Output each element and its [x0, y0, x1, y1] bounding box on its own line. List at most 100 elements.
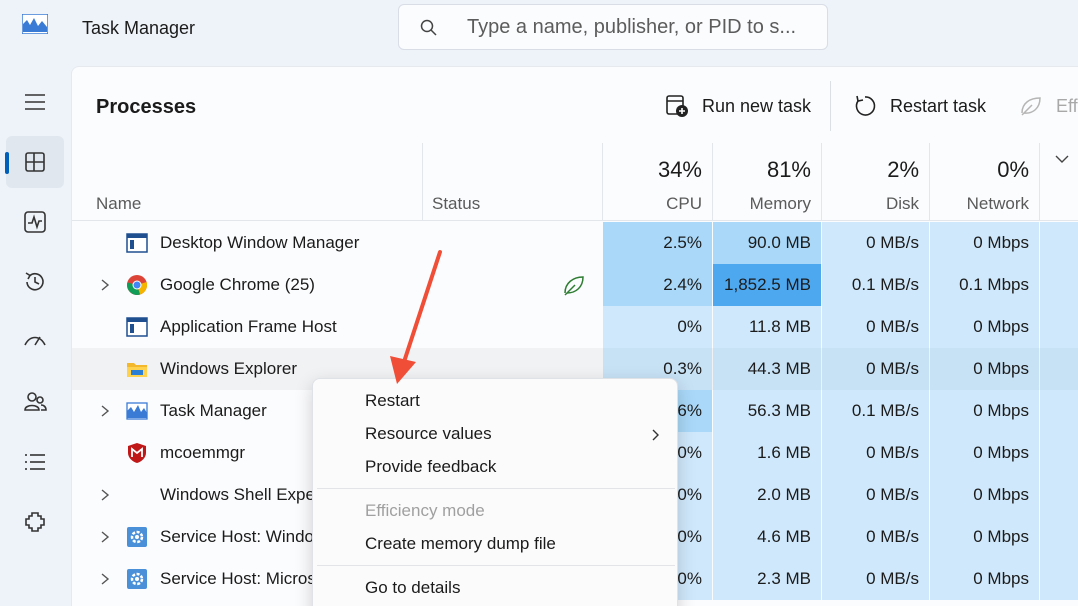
menu-item-label: Create memory dump file [365, 534, 556, 553]
extra-cell [1040, 348, 1078, 390]
disk-cell: 0 MB/s [822, 306, 929, 348]
window-app-icon [126, 317, 148, 337]
disk-cell: 0 MB/s [822, 432, 929, 474]
network-cell: 0 Mbps [930, 558, 1039, 600]
search-input[interactable] [467, 5, 817, 49]
restart-task-button[interactable]: Restart task [852, 89, 986, 123]
extra-cell [1040, 264, 1078, 306]
column-header-status[interactable]: Status [432, 194, 480, 214]
network-cell: 0 Mbps [930, 222, 1039, 264]
cpu-cell: 0% [603, 306, 712, 348]
memory-cell: 56.3 MB [713, 390, 821, 432]
memory-total-percent[interactable]: 81% [712, 157, 811, 183]
disk-cell: 0 MB/s [822, 516, 929, 558]
services-icon [25, 512, 45, 532]
extra-cell [1040, 306, 1078, 348]
network-cell: 0 Mbps [930, 390, 1039, 432]
nav-performance[interactable] [6, 196, 64, 248]
nav-services[interactable] [6, 496, 64, 548]
nav-startup-apps[interactable] [6, 316, 64, 368]
menu-item-label: Go to details [365, 578, 461, 597]
memory-cell: 44.3 MB [713, 348, 821, 390]
mcafee-shield-icon [128, 443, 146, 463]
column-header-name[interactable]: Name [96, 194, 141, 214]
menu-separator [317, 565, 675, 566]
menu-item-provide-feedback[interactable]: Provide feedback [313, 451, 679, 484]
column-header-disk[interactable]: Disk [821, 194, 919, 214]
network-cell: 0 Mbps [930, 348, 1039, 390]
chevron-right-icon [652, 429, 659, 441]
disk-cell: 0 MB/s [822, 474, 929, 516]
network-cell: 0.1 Mbps [930, 264, 1039, 306]
table-row[interactable]: Application Frame Host 0% 11.8 MB 0 MB/s… [72, 306, 1078, 348]
memory-cell: 1.6 MB [713, 432, 821, 474]
menu-item-go-to-details[interactable]: Go to details [313, 572, 679, 605]
column-separator [422, 143, 423, 221]
disk-total-percent[interactable]: 2% [821, 157, 919, 183]
chevron-right-icon[interactable] [98, 277, 112, 293]
annotation-arrow [390, 250, 442, 384]
process-name: Desktop Window Manager [160, 233, 360, 252]
nav-processes[interactable] [6, 136, 64, 188]
efficiency-mode-leaf-icon [564, 276, 584, 296]
context-menu: Restart Resource values Provide feedback… [312, 378, 678, 606]
folder-icon [127, 363, 147, 377]
app-history-icon [25, 272, 44, 291]
menu-item-efficiency-mode[interactable]: Efficiency mode [313, 495, 679, 528]
run-new-task-icon [666, 95, 688, 117]
nav-users[interactable] [6, 376, 64, 428]
menu-item-create-memory-dump[interactable]: Create memory dump file [313, 528, 679, 561]
memory-cell: 2.3 MB [713, 558, 821, 600]
service-gear-icon [127, 527, 147, 547]
extra-cell [1040, 432, 1078, 474]
column-header-network[interactable]: Network [929, 194, 1029, 214]
extra-cell [1040, 222, 1078, 264]
table-row[interactable]: Google Chrome (25) 2.4% 1,852.5 MB 0.1 M… [72, 264, 1078, 306]
window-app-icon [126, 233, 148, 253]
extra-cell [1040, 390, 1078, 432]
disk-cell: 0.1 MB/s [822, 390, 929, 432]
process-name: Google Chrome (25) [160, 275, 315, 294]
chevron-right-icon[interactable] [98, 571, 112, 587]
chevron-right-icon[interactable] [98, 487, 112, 503]
menu-item-label: Provide feedback [365, 457, 497, 476]
chevron-down-icon[interactable] [1054, 153, 1070, 165]
app-title: Task Manager [82, 18, 196, 38]
table-row[interactable]: Desktop Window Manager 2.5% 90.0 MB 0 MB… [72, 222, 1078, 264]
page-title: Processes [96, 96, 197, 118]
nav-menu-button[interactable] [6, 76, 64, 128]
efficiency-mode-button[interactable]: Eff [1018, 89, 1078, 123]
efficiency-leaf-icon [1021, 97, 1041, 116]
cpu-cell: 2.4% [603, 264, 712, 306]
extra-cell [1040, 474, 1078, 516]
network-cell: 0 Mbps [930, 306, 1039, 348]
memory-cell: 4.6 MB [713, 516, 821, 558]
cpu-cell: 2.5% [603, 222, 712, 264]
details-icon [25, 454, 45, 470]
left-nav [0, 58, 70, 606]
task-manager-icon [126, 402, 148, 420]
cpu-total-percent[interactable]: 34% [602, 157, 702, 183]
chevron-right-icon[interactable] [98, 529, 112, 545]
network-total-percent[interactable]: 0% [929, 157, 1029, 183]
chevron-right-icon[interactable] [98, 403, 112, 419]
menu-item-label: Restart [365, 391, 420, 410]
users-icon [24, 392, 47, 411]
column-header-cpu[interactable]: CPU [602, 194, 702, 214]
disk-cell: 0 MB/s [822, 558, 929, 600]
nav-app-history[interactable] [6, 256, 64, 308]
table-header: Name Status 34% CPU 81% Memory 2% Disk 0… [72, 143, 1078, 221]
process-name: Windows Explorer [160, 359, 297, 378]
service-gear-icon [127, 569, 147, 589]
column-header-memory[interactable]: Memory [712, 194, 811, 214]
menu-separator [317, 488, 675, 489]
nav-details[interactable] [6, 436, 64, 488]
search-box[interactable] [398, 4, 828, 50]
title-bar: Task Manager [0, 0, 1078, 58]
menu-item-resource-values[interactable]: Resource values [313, 418, 679, 451]
memory-cell: 11.8 MB [713, 306, 821, 348]
run-new-task-button[interactable]: Run new task [664, 89, 811, 123]
menu-item-restart[interactable]: Restart [313, 385, 679, 418]
startup-apps-icon [24, 336, 46, 346]
column-separator [1039, 143, 1040, 221]
